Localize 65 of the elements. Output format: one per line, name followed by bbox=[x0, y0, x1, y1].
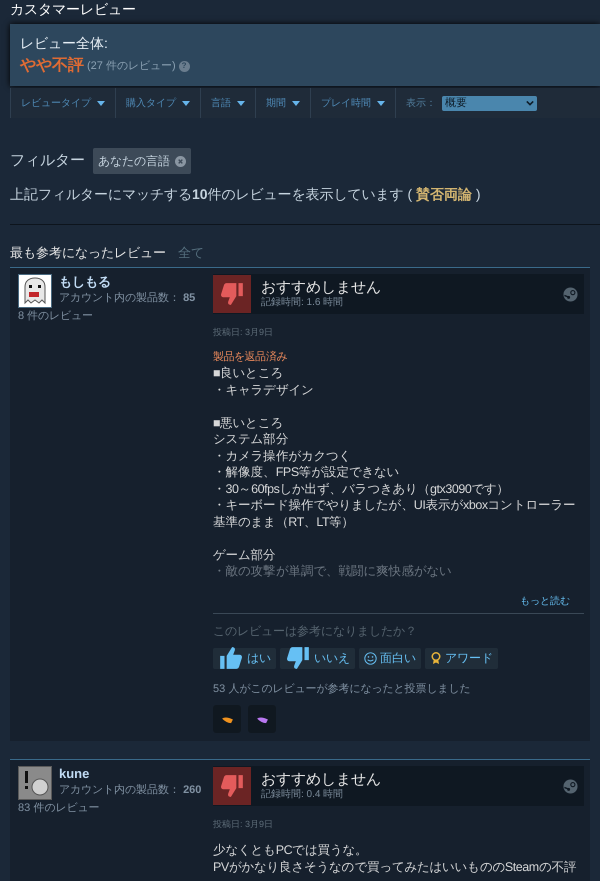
read-more-link[interactable]: もっと読む bbox=[520, 594, 570, 608]
review-count[interactable]: 8 件のレビュー bbox=[18, 308, 208, 324]
vote-button[interactable]: アワード bbox=[425, 648, 498, 668]
faded-review-text-line: ・敵の攻撃が単調で、戦闘に爽快感がない bbox=[213, 563, 452, 580]
filter-dropdown[interactable]: 言語 bbox=[200, 88, 255, 118]
review-text-line: ・解像度、FPS等が設定できない bbox=[213, 464, 400, 480]
helpful-count: 53 人がこのレビューが参考になったと投票しました bbox=[213, 682, 472, 696]
products-label: アカウント内の製品数： bbox=[59, 784, 180, 796]
products-count: 85 bbox=[183, 291, 196, 306]
playtime: 記録時間: 1.6 時間 bbox=[261, 297, 344, 309]
avatar-icon bbox=[18, 766, 52, 800]
thumbs-up-icon bbox=[218, 645, 244, 671]
caret-icon bbox=[377, 100, 385, 106]
ghost-avatar-icon bbox=[18, 274, 52, 308]
reviewer-name[interactable]: もしもる bbox=[18, 274, 208, 290]
caret-icon bbox=[292, 100, 300, 106]
verdict-title: おすすめしません bbox=[261, 279, 382, 296]
smiley-icon bbox=[364, 652, 377, 664]
verdict-title: おすすめしません bbox=[261, 771, 382, 788]
caret-icon bbox=[97, 100, 105, 106]
reviewer-name[interactable]: kune bbox=[18, 766, 208, 782]
match-summary: 上記フィルターにマッチする10件のレビューを表示しています ( 賛否両論 ) bbox=[9, 185, 482, 204]
review-total: (27 件のレビュー) bbox=[87, 58, 176, 74]
display-label: 表示： bbox=[395, 88, 436, 118]
thumbs-down-icon bbox=[285, 645, 311, 671]
review-text-line: ■悪いところ bbox=[213, 414, 284, 431]
most-helpful-title: 最も参考になったレビュー bbox=[10, 244, 166, 262]
vote-button[interactable]: 面白い bbox=[359, 648, 421, 668]
review-text-line: ・キャラデザイン bbox=[213, 382, 314, 398]
review-text-line: システム部分 bbox=[213, 431, 290, 448]
posted-date: 投稿日: 3月9日 bbox=[213, 818, 274, 830]
caret-icon bbox=[237, 100, 245, 106]
products-label: アカウント内の製品数： bbox=[59, 292, 180, 304]
products-count: 260 bbox=[183, 783, 202, 798]
caret-icon bbox=[182, 100, 190, 106]
review-text-line: ゲーム部分 bbox=[213, 546, 277, 563]
filters-label: フィルター bbox=[10, 150, 85, 171]
award-ribbon-icon bbox=[430, 651, 442, 665]
platform-icon bbox=[563, 778, 578, 794]
review-text-line: ・30～60fpsしか出ず、バラつきあり（gtx3090です） bbox=[213, 480, 510, 497]
helpful-question: このレビューは参考になりましたか？ bbox=[213, 622, 418, 640]
review-text-line: ・カメラ操作がカクつく bbox=[213, 448, 352, 464]
review-text-line: ・キーボード操作でやりましたが、UI表示がxboxコントローラー基準のまま（RT、LT等） bbox=[213, 497, 577, 530]
section-title: カスタマーレビュー bbox=[9, 0, 137, 19]
review-count[interactable]: 83 件のレビュー bbox=[18, 800, 208, 816]
refunded-note: 製品を返品済み bbox=[213, 350, 288, 365]
platform-icon bbox=[563, 286, 578, 302]
posted-date: 投稿日: 3月9日 bbox=[213, 326, 274, 338]
close-icon bbox=[175, 156, 186, 166]
all-reviews-link[interactable]: 全て bbox=[178, 243, 204, 263]
filter-dropdown[interactable]: プレイ時間 bbox=[310, 88, 395, 118]
filter-dropdown[interactable]: 購入タイプ bbox=[115, 88, 200, 118]
review-text-line: 少なくともPCでは買うな。 bbox=[213, 842, 369, 858]
vote-button[interactable]: いいえ bbox=[280, 648, 355, 668]
display-select[interactable]: 概要 bbox=[442, 96, 537, 110]
filter-dropdown[interactable]: レビュータイプ bbox=[10, 88, 115, 118]
review-text-line: ■良いところ bbox=[213, 365, 284, 382]
vote-button[interactable]: はい bbox=[213, 648, 276, 668]
filter-chip[interactable]: あなたの言語 bbox=[93, 148, 191, 174]
summary-label: レビュー全体: bbox=[20, 34, 109, 52]
playtime: 記録時間: 0.4 時間 bbox=[261, 789, 344, 801]
chevron-down-icon bbox=[526, 100, 534, 106]
overall-rating: やや不評 bbox=[20, 55, 84, 76]
filter-dropdown[interactable]: 期間 bbox=[255, 88, 310, 118]
review-text-line: PVがかなり良さそうなので買ってみたはいいもののSteamの不評 bbox=[213, 858, 578, 875]
